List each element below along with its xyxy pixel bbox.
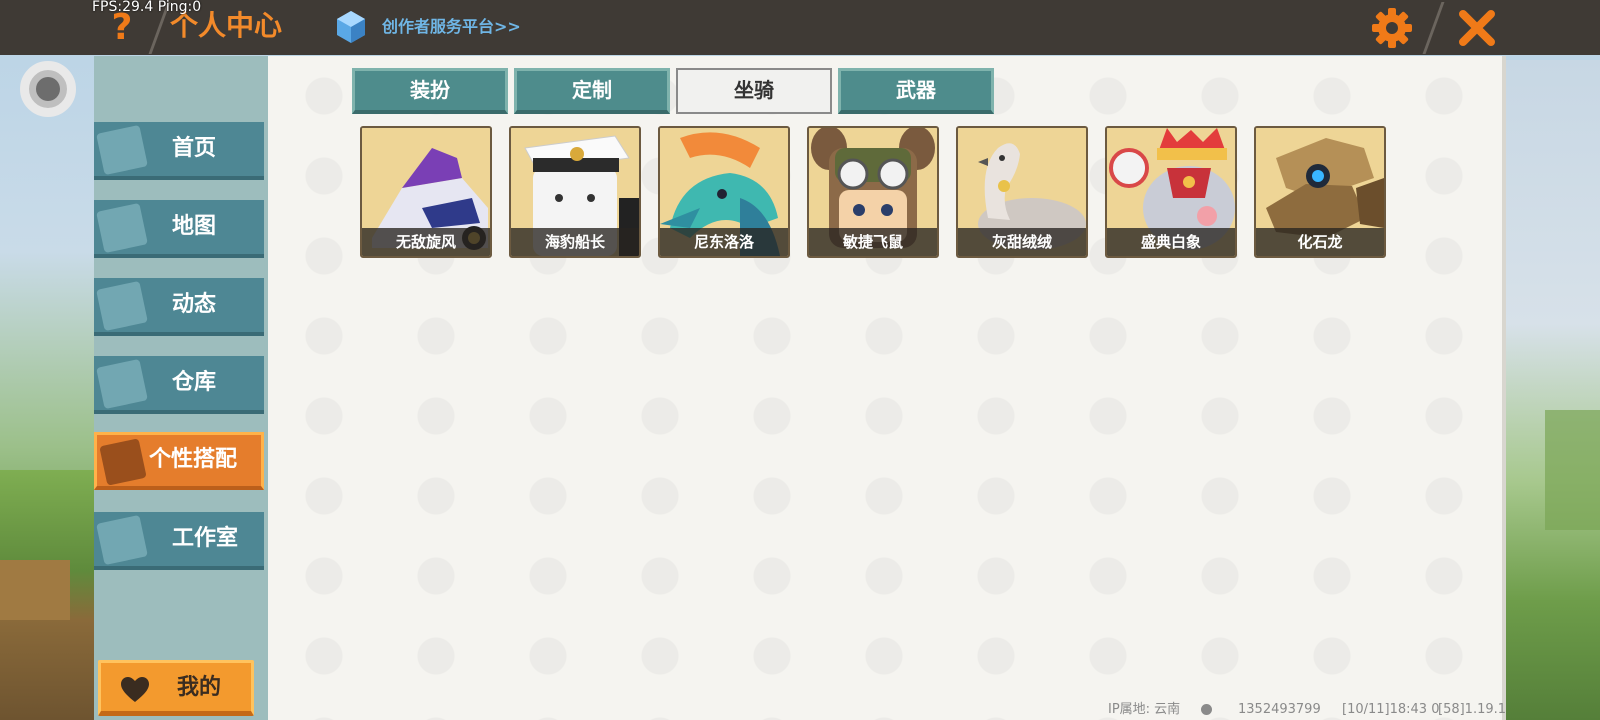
mount-card[interactable]: 敏捷飞鼠 — [807, 126, 939, 258]
tab-outfit[interactable]: 装扮 — [352, 68, 508, 114]
mount-card[interactable]: 灰甜绒绒 — [956, 126, 1088, 258]
warehouse-icon — [96, 358, 148, 410]
sidebar-item-home[interactable]: 首页 — [94, 122, 264, 180]
sidebar-item-label: 个性搭配 — [149, 447, 238, 472]
sidebar-item-label: 地图 — [172, 214, 217, 239]
tab-weapon[interactable]: 武器 — [838, 68, 994, 114]
close-icon[interactable] — [1455, 6, 1499, 50]
fps-ping-readout: FPS:29.4 Ping:0 — [92, 0, 201, 15]
ping-text: Ping:0 — [157, 0, 202, 15]
background-scenery-right — [1505, 60, 1600, 720]
divider — [1422, 2, 1445, 54]
mine-button-label: 我的 — [177, 675, 222, 700]
mount-name: 尼东洛洛 — [660, 228, 788, 256]
bell-icon — [96, 280, 148, 332]
mount-name: 敏捷飞鼠 — [809, 228, 937, 256]
sidebar-item-label: 动态 — [172, 292, 217, 317]
floating-toggle-button[interactable] — [20, 61, 76, 117]
home-icon — [96, 124, 148, 176]
outfit-icon — [99, 438, 147, 486]
map-icon — [96, 202, 148, 254]
sidebar-item-map[interactable]: 地图 — [94, 200, 264, 258]
user-id: 1352493799 — [1238, 702, 1321, 717]
time-info: [10/11]18:43 0 — [1342, 702, 1440, 717]
sidebar-item-outfit[interactable]: 个性搭配 — [94, 432, 264, 490]
creator-platform-link[interactable]: 创作者服务平台>> — [382, 15, 521, 39]
background-tree — [1545, 410, 1600, 530]
settings-gear-icon[interactable] — [1370, 6, 1414, 50]
sidebar-item-label: 首页 — [172, 136, 217, 161]
mount-card[interactable]: 盛典白象 — [1105, 126, 1237, 258]
studio-icon — [96, 514, 148, 566]
background-dirt-block — [0, 560, 70, 620]
mount-name: 海豹船长 — [511, 228, 639, 256]
sidebar-item-activity[interactable]: 动态 — [94, 278, 264, 336]
heart-icon — [121, 677, 149, 702]
sidebar-item-label: 工作室 — [172, 526, 239, 551]
mount-name: 化石龙 — [1256, 228, 1384, 256]
tab-custom[interactable]: 定制 — [514, 68, 670, 114]
sidebar-item-warehouse[interactable]: 仓库 — [94, 356, 264, 414]
tab-mount[interactable]: 坐骑 — [676, 68, 832, 114]
mount-name: 盛典白象 — [1107, 228, 1235, 256]
sidebar-item-label: 仓库 — [172, 370, 217, 395]
ip-location: IP属地: 云南 — [1108, 702, 1181, 717]
mount-card[interactable]: 海豹船长 — [509, 126, 641, 258]
toggle-knob — [36, 77, 60, 101]
mine-button[interactable]: 我的 — [98, 660, 254, 716]
mount-card[interactable]: 尼东洛洛 — [658, 126, 790, 258]
top-bar: ? 个人中心 创作者服务平台>> FPS:29.4 Ping:0 — [0, 0, 1600, 55]
fps-text: FPS:29.4 — [92, 0, 154, 15]
version-info: [58]1.19.1 — [1438, 702, 1507, 717]
mount-card[interactable]: 化石龙 — [1254, 126, 1386, 258]
sidebar-item-studio[interactable]: 工作室 — [94, 512, 264, 570]
mount-name: 无敌旋风 — [362, 228, 490, 256]
mount-name: 灰甜绒绒 — [958, 228, 1086, 256]
content-panel: 装扮 定制 坐骑 武器 无敌旋风 海豹船长 尼东洛洛 敏捷飞鼠 灰甜绒绒 盛典白… — [268, 56, 1506, 720]
sidebar: 首页 地图 动态 仓库 个性搭配 工作室 — [94, 56, 268, 720]
creator-platform-icon — [337, 11, 365, 43]
info-icon[interactable] — [1201, 704, 1212, 715]
mount-card[interactable]: 无敌旋风 — [360, 126, 492, 258]
